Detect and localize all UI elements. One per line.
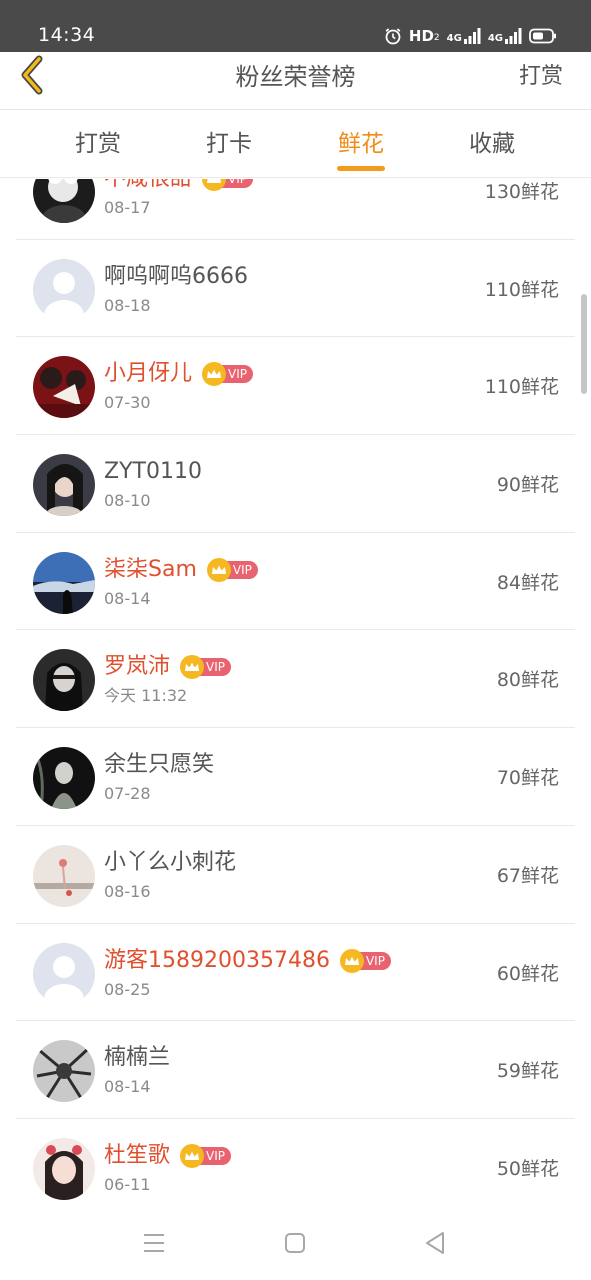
fan-list[interactable]: 不咸很甜 VIP 08-17 130鲜花 啊呜啊呜6666 08-18 110鲜… — [0, 179, 591, 1209]
header: 粉丝荣誉榜 打赏 — [0, 52, 591, 110]
avatar[interactable] — [33, 747, 95, 810]
flower-count: 50鲜花 — [496, 1157, 559, 1180]
system-nav-bar — [0, 1209, 591, 1280]
back-key[interactable] — [422, 1231, 448, 1259]
vip-badge: VIP — [206, 557, 258, 582]
date: 08-10 — [104, 491, 151, 511]
status-bar: 14:34 HD 2 4G 4G — [0, 0, 591, 52]
list-item[interactable]: 小月伢儿 VIP 07-30 110鲜花 — [16, 337, 575, 436]
hd-sub: 2 — [433, 33, 440, 43]
user-name[interactable]: 楠楠兰 — [104, 1043, 170, 1073]
crown-icon — [180, 1143, 205, 1168]
fan-list-content: 不咸很甜 VIP 08-17 130鲜花 啊呜啊呜6666 08-18 110鲜… — [0, 179, 591, 1209]
avatar[interactable] — [33, 454, 95, 517]
date: 07-28 — [104, 784, 151, 804]
avatar[interactable] — [33, 649, 95, 712]
avatar[interactable] — [33, 551, 95, 614]
list-item[interactable]: 不咸很甜 VIP 08-17 130鲜花 — [16, 179, 575, 240]
flower-count: 110鲜花 — [484, 376, 559, 399]
tab-reward[interactable]: 打赏 — [48, 129, 148, 159]
vip-badge: VIP — [202, 179, 253, 191]
user-name[interactable]: 杜笙歌 — [104, 1141, 170, 1171]
vip-badge: VIP — [202, 362, 253, 387]
date: 08-14 — [104, 1077, 151, 1097]
crown-icon — [339, 948, 364, 973]
flower-count: 67鲜花 — [496, 864, 559, 887]
flower-count: 110鲜花 — [484, 278, 559, 301]
avatar[interactable] — [33, 1040, 95, 1103]
list-item[interactable]: 小丫么小刺花 08-16 67鲜花 — [16, 826, 575, 924]
avatar[interactable] — [33, 179, 95, 223]
crown-icon — [202, 179, 227, 191]
flower-count: 80鲜花 — [496, 669, 559, 692]
battery-icon — [529, 28, 557, 44]
list-item[interactable]: 杜笙歌 VIP 06-11 50鲜花 — [16, 1119, 575, 1209]
home-key[interactable] — [282, 1233, 308, 1257]
avatar[interactable] — [33, 258, 95, 321]
active-tab-indicator — [337, 166, 385, 171]
status-icons: HD 2 4G 4G — [384, 24, 557, 48]
page-title: 粉丝荣誉榜 — [235, 63, 356, 91]
signal-icon — [463, 28, 481, 44]
flower-count: 90鲜花 — [496, 474, 559, 497]
date: 08-14 — [104, 588, 151, 608]
home-square-icon — [284, 1232, 306, 1258]
vip-badge: VIP — [180, 655, 231, 680]
menu-key[interactable] — [141, 1233, 167, 1257]
menu-icon — [142, 1233, 166, 1257]
user-name[interactable]: 游客1589200357486 — [104, 946, 330, 976]
alarm-icon — [384, 27, 402, 45]
flower-count: 84鲜花 — [496, 571, 559, 594]
list-item[interactable]: 柒柒Sam VIP 08-14 84鲜花 — [16, 533, 575, 631]
default-avatar-icon — [33, 258, 95, 321]
date: 今天 11:32 — [104, 686, 188, 706]
tab-favorites[interactable]: 收藏 — [442, 129, 542, 159]
network-type: 4G — [487, 33, 503, 44]
flower-count: 59鲜花 — [496, 1060, 559, 1083]
tab-flowers[interactable]: 鲜花 — [311, 129, 411, 159]
status-time: 14:34 — [38, 24, 96, 46]
date: 06-11 — [104, 1174, 151, 1194]
user-name[interactable]: 不咸很甜 — [104, 179, 192, 194]
hd-indicator: HD — [408, 27, 434, 45]
user-name[interactable]: 柒柒Sam — [104, 555, 197, 585]
list-item[interactable]: 游客1589200357486 VIP 08-25 60鲜花 — [16, 924, 575, 1022]
date: 08-18 — [104, 295, 151, 315]
scrollbar[interactable] — [581, 294, 587, 394]
flower-count: 60鲜花 — [496, 962, 559, 985]
network-type: 4G — [446, 33, 462, 44]
date: 07-30 — [104, 393, 151, 413]
vip-badge: VIP — [339, 948, 391, 973]
date: 08-25 — [104, 979, 151, 999]
flower-count: 130鲜花 — [484, 181, 559, 203]
date: 08-17 — [104, 198, 151, 217]
back-triangle-icon — [424, 1231, 446, 1259]
user-name[interactable]: 小月伢儿 — [104, 359, 192, 389]
avatar[interactable] — [33, 942, 95, 1005]
list-item[interactable]: 楠楠兰 08-14 59鲜花 — [16, 1021, 575, 1119]
signal-icon — [504, 28, 522, 44]
list-item[interactable]: 罗岚沛 VIP 今天 11:32 80鲜花 — [16, 630, 575, 729]
reward-button[interactable]: 打赏 — [519, 61, 563, 93]
avatar[interactable] — [33, 844, 95, 907]
crown-icon — [206, 557, 231, 582]
default-avatar-icon — [33, 942, 95, 1005]
user-name[interactable]: ZYT0110 — [104, 457, 202, 487]
avatar[interactable] — [33, 356, 95, 419]
list-item[interactable]: ZYT0110 08-10 90鲜花 — [16, 435, 575, 533]
user-name[interactable]: 罗岚沛 — [104, 652, 170, 682]
tab-bar: 打赏 打卡 鲜花 收藏 — [0, 111, 591, 178]
user-name[interactable]: 啊呜啊呜6666 — [104, 262, 248, 292]
list-item[interactable]: 啊呜啊呜6666 08-18 110鲜花 — [16, 240, 575, 338]
user-name[interactable]: 小丫么小刺花 — [104, 848, 236, 878]
avatar[interactable] — [33, 1137, 95, 1200]
date: 08-16 — [104, 881, 151, 901]
tab-checkin[interactable]: 打卡 — [179, 129, 279, 159]
user-name[interactable]: 余生只愿笑 — [104, 750, 214, 780]
flower-count: 70鲜花 — [496, 767, 559, 790]
vip-badge: VIP — [180, 1143, 231, 1168]
list-item[interactable]: 余生只愿笑 07-28 70鲜花 — [16, 728, 575, 826]
